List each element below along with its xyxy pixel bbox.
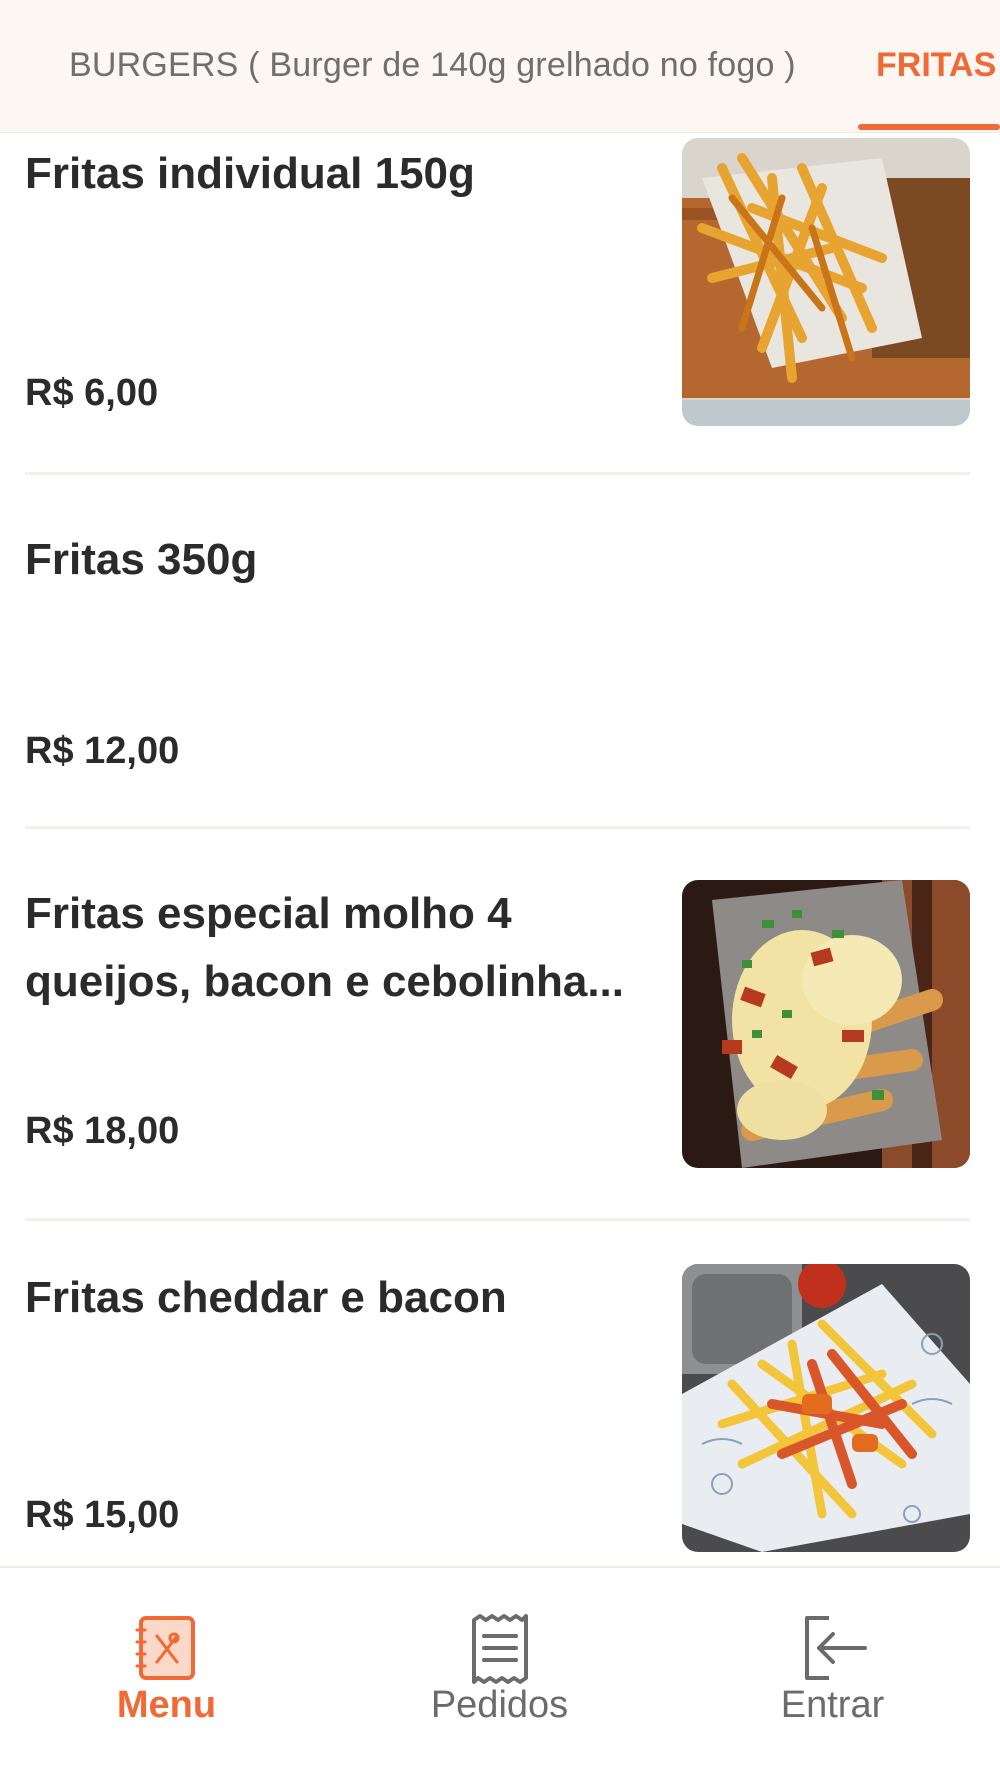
product-image-fries-cheddar (682, 1264, 970, 1552)
product-item[interactable]: Fritas especial molho 4 queijos, bacon e… (0, 872, 1000, 1254)
nav-entrar-label: Entrar (780, 1684, 885, 1726)
product-list: Fritas individual 150g R$ 6,00 Fritas 35… (0, 132, 1000, 1566)
product-price: R$ 6,00 (25, 372, 159, 414)
menu-book-icon (127, 1608, 207, 1688)
nav-menu-label: Menu (116, 1684, 217, 1726)
nav-menu[interactable]: Menu (0, 1568, 333, 1780)
bottom-navigation: Menu Pedidos Entrar (0, 1566, 1000, 1780)
product-item[interactable]: Fritas individual 150g R$ 6,00 (0, 132, 1000, 514)
nav-pedidos[interactable]: Pedidos (333, 1568, 666, 1780)
category-tab-bar: BURGERS ( Burger de 140g grelhado no fog… (0, 0, 1000, 133)
item-divider (25, 1218, 970, 1221)
item-divider (25, 472, 970, 475)
tab-burgers[interactable]: BURGERS ( Burger de 140g grelhado no fog… (69, 0, 796, 132)
product-item[interactable]: Fritas cheddar e bacon R$ 15,00 (0, 1256, 1000, 1566)
active-tab-indicator (858, 124, 1000, 130)
product-price: R$ 18,00 (25, 1110, 180, 1152)
product-image-fries-cheese-bacon (682, 880, 970, 1168)
receipt-icon (460, 1608, 540, 1688)
nav-pedidos-label: Pedidos (430, 1684, 569, 1726)
product-image-fries-basket (682, 138, 970, 426)
product-name: Fritas especial molho 4 queijos, bacon e… (25, 889, 625, 1006)
product-name: Fritas 350g (25, 535, 258, 584)
login-icon (793, 1608, 873, 1688)
item-divider (25, 826, 970, 829)
product-name: Fritas cheddar e bacon (25, 1273, 507, 1322)
product-price: R$ 12,00 (25, 730, 180, 772)
product-price: R$ 15,00 (25, 1494, 180, 1536)
product-item[interactable]: Fritas 350g R$ 12,00 (0, 506, 1000, 888)
nav-entrar[interactable]: Entrar (666, 1568, 999, 1780)
tab-fritas[interactable]: FRITAS (876, 0, 996, 132)
product-name: Fritas individual 150g (25, 149, 475, 198)
